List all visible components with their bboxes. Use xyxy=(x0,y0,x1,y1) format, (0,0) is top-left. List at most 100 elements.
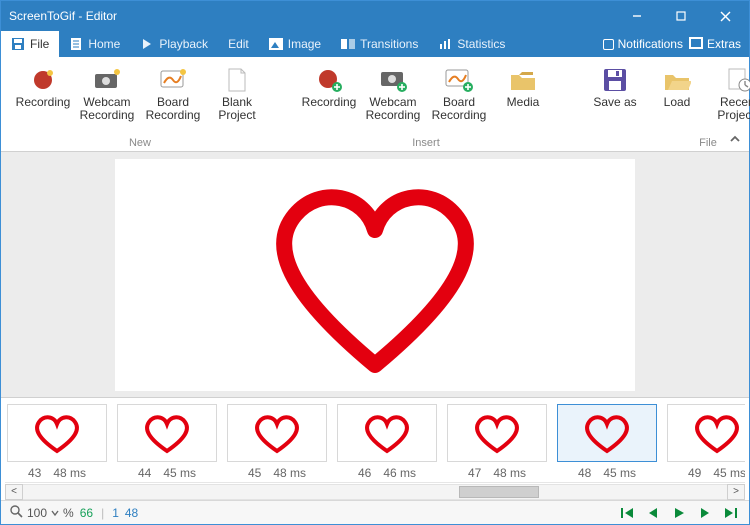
tab-home-label: Home xyxy=(88,37,120,51)
insert-media-button[interactable]: Media xyxy=(493,61,553,133)
blank-project-icon xyxy=(222,66,252,94)
frame-index: 47 xyxy=(468,466,481,480)
notifications-label: Notifications xyxy=(618,37,683,51)
frame-index: 45 xyxy=(248,466,261,480)
magnifier-icon xyxy=(9,504,23,521)
tab-home[interactable]: Home xyxy=(59,31,130,57)
insert-board-label: Board Recording xyxy=(430,96,488,122)
frame-item[interactable]: 4348 ms xyxy=(7,404,107,480)
new-blank-button[interactable]: Blank Project xyxy=(207,61,267,133)
frames-scrollbar[interactable]: < > xyxy=(5,482,745,500)
frame-item[interactable]: 45 48 ms xyxy=(227,404,327,480)
zoom-unit: % xyxy=(63,506,74,520)
new-board-button[interactable]: Board Recording xyxy=(141,61,205,133)
play-icon xyxy=(140,37,154,51)
new-blank-label: Blank Project xyxy=(210,96,264,122)
first-frame-button[interactable] xyxy=(617,504,637,522)
scroll-track[interactable] xyxy=(23,484,727,500)
tab-file-label: File xyxy=(30,37,49,51)
insert-webcam-button[interactable]: Webcam Recording xyxy=(361,61,425,133)
window-title: ScreenToGif - Editor xyxy=(9,9,117,23)
tab-statistics[interactable]: Statistics xyxy=(428,31,515,57)
frame-index: 49 xyxy=(688,466,701,480)
save-as-button[interactable]: Save as xyxy=(585,61,645,133)
frame-duration: 45 ms xyxy=(163,466,196,480)
extras-toggle[interactable]: Extras xyxy=(689,37,741,52)
save-as-label: Save as xyxy=(593,96,636,109)
recent-projects-button[interactable]: Recent Projects xyxy=(709,61,750,133)
close-button[interactable] xyxy=(703,1,747,31)
tab-transitions[interactable]: Transitions xyxy=(331,31,428,57)
selected-count: 66 xyxy=(80,506,93,520)
prev-frame-button[interactable] xyxy=(643,504,663,522)
sheet-icon xyxy=(69,37,83,51)
new-board-label: Board Recording xyxy=(144,96,202,122)
tab-statistics-label: Statistics xyxy=(457,37,505,51)
ribbon-collapse-button[interactable] xyxy=(729,133,741,147)
recent-projects-label: Recent Projects xyxy=(712,96,750,122)
new-webcam-button[interactable]: Webcam Recording xyxy=(75,61,139,133)
frame-thumb xyxy=(337,404,437,462)
insert-webcam-label: Webcam Recording xyxy=(364,96,422,122)
image-icon xyxy=(269,37,283,51)
minimize-button[interactable] xyxy=(615,1,659,31)
chevron-down-icon xyxy=(51,509,59,517)
canvas xyxy=(115,159,635,391)
scroll-right-button[interactable]: > xyxy=(727,484,745,500)
frame-item[interactable]: 4748 ms xyxy=(447,404,547,480)
record-icon xyxy=(28,66,58,94)
maximize-button[interactable] xyxy=(659,1,703,31)
notifications-toggle[interactable]: Notifications xyxy=(603,37,683,51)
new-recording-label: Recording xyxy=(16,96,71,109)
cursor-index: 1 xyxy=(112,506,119,520)
insert-board-button[interactable]: Board Recording xyxy=(427,61,491,133)
insert-recording-label: Recording xyxy=(302,96,357,109)
extras-label: Extras xyxy=(707,37,741,51)
media-folder-icon xyxy=(508,66,538,94)
frame-thumb xyxy=(557,404,657,462)
recent-icon xyxy=(724,66,750,94)
insert-recording-button[interactable]: Recording xyxy=(299,61,359,133)
statusbar: 100 % 66 | 1 48 xyxy=(1,500,749,524)
frame-duration: 48 ms xyxy=(273,466,306,480)
canvas-area[interactable] xyxy=(1,152,749,397)
ribbon-group-new: Recording Webcam Recording Board Recordi… xyxy=(7,61,273,149)
scroll-thumb[interactable] xyxy=(459,486,539,498)
frame-duration: 45 ms xyxy=(713,466,745,480)
ribbon-group-insert: Recording Webcam Recording Board Recordi… xyxy=(293,61,559,149)
frame-duration: 45 ms xyxy=(603,466,636,480)
ribbon-group-insert-label: Insert xyxy=(412,137,440,149)
frame-index: 46 xyxy=(358,466,371,480)
load-button[interactable]: Load xyxy=(647,61,707,133)
webcam-icon xyxy=(92,66,122,94)
next-frame-button[interactable] xyxy=(695,504,715,522)
last-frame-button[interactable] xyxy=(721,504,741,522)
frame-item[interactable]: 49 45 ms xyxy=(667,404,745,480)
zoom-value: 100 xyxy=(27,506,47,520)
frame-strip[interactable]: 4348 ms4445 ms4548 ms4646 ms4748 ms4845 … xyxy=(5,404,745,480)
scroll-left-button[interactable]: < xyxy=(5,484,23,500)
zoom-display[interactable]: 100 % xyxy=(9,504,74,521)
stats-icon xyxy=(438,37,452,51)
ribbon: Recording Webcam Recording Board Recordi… xyxy=(1,57,749,152)
floppy-icon xyxy=(600,66,630,94)
checkbox-icon xyxy=(603,39,614,50)
frame-item[interactable]: 44 45 ms xyxy=(117,404,217,480)
new-recording-button[interactable]: Recording xyxy=(13,61,73,133)
frame-item[interactable]: 4646 ms xyxy=(337,404,437,480)
tab-playback[interactable]: Playback xyxy=(130,31,218,57)
tab-edit[interactable]: Edit xyxy=(218,31,259,57)
frame-thumb xyxy=(227,404,327,462)
frame-thumb xyxy=(117,404,217,462)
tab-edit-label: Edit xyxy=(228,37,249,51)
tab-image[interactable]: Image xyxy=(259,31,331,57)
frame-index: 44 xyxy=(138,466,151,480)
frame-duration: 48 ms xyxy=(53,466,86,480)
tab-file[interactable]: File xyxy=(1,31,59,57)
play-button[interactable] xyxy=(669,504,689,522)
frame-item[interactable]: 4845 ms xyxy=(557,404,657,480)
frame-thumb xyxy=(447,404,547,462)
menubar: File Home Playback Edit Image Transition… xyxy=(1,31,749,57)
webcam-plus-icon xyxy=(378,66,408,94)
board-plus-icon xyxy=(444,66,474,94)
